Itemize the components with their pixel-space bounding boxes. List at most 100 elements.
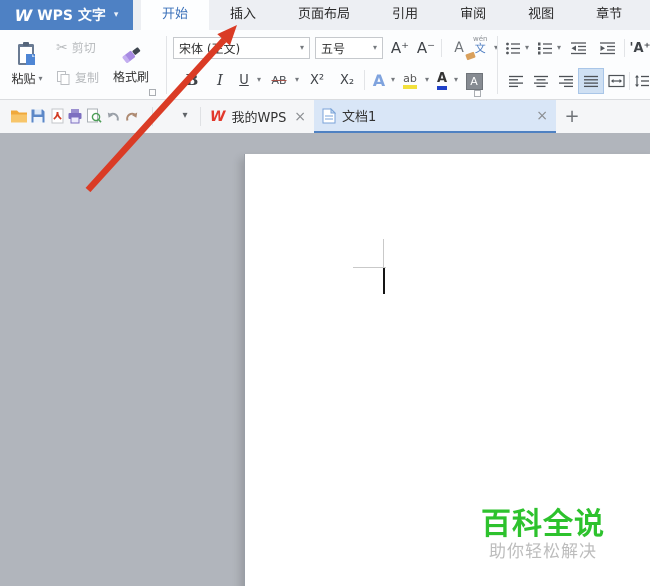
tab-insert[interactable]: 插入: [209, 0, 277, 30]
doc-tab-label: 文档1: [342, 110, 377, 125]
copy-icon: [57, 70, 70, 85]
tab-review[interactable]: 审阅: [439, 0, 507, 30]
bold-label: B: [185, 71, 199, 89]
distribute-text-icon: [607, 74, 625, 88]
strikethrough-button[interactable]: AB: [266, 68, 292, 92]
clipboard-dialog-launcher[interactable]: [149, 89, 156, 96]
copy-button[interactable]: 复制: [56, 69, 99, 86]
doc-tab-document1[interactable]: 文档1 ×: [314, 100, 556, 133]
plus-icon: +: [564, 105, 580, 127]
numbered-list-button[interactable]: [536, 37, 554, 59]
underline-dropdown[interactable]: ▾: [254, 75, 264, 85]
bold-button[interactable]: B: [180, 68, 204, 92]
font-size-value: 五号: [321, 41, 346, 56]
align-left-icon: [509, 75, 523, 87]
decrease-indent-icon: [570, 41, 586, 54]
text-effects-button[interactable]: A: [369, 68, 389, 92]
font-family-select[interactable]: 宋体 (正文) ▾: [173, 37, 310, 59]
paste-button[interactable]: 粘贴 ▾: [4, 34, 50, 94]
font-size-select[interactable]: 五号 ▾: [315, 37, 383, 59]
wps-logo-icon: W: [14, 5, 33, 25]
new-tab-button[interactable]: +: [560, 104, 584, 128]
close-icon[interactable]: ×: [294, 109, 306, 125]
phonetic-guide-dropdown[interactable]: ▾: [491, 43, 501, 53]
bullet-list-dropdown[interactable]: ▾: [522, 43, 532, 53]
highlight-color-dropdown[interactable]: ▾: [422, 75, 432, 85]
character-shading-button[interactable]: A: [463, 70, 485, 92]
undo-button[interactable]: [104, 107, 122, 125]
tab-section[interactable]: 章节: [575, 0, 643, 30]
printer-icon: [68, 109, 82, 124]
text-effects-dropdown[interactable]: ▾: [388, 75, 398, 85]
justify-icon: [584, 75, 598, 87]
decrease-font-label: A⁻: [416, 39, 436, 57]
tab-references[interactable]: 引用: [371, 0, 439, 30]
tab-home[interactable]: 开始: [141, 0, 210, 30]
group-separator: [166, 36, 167, 94]
open-file-button[interactable]: [10, 107, 28, 125]
chevron-down-icon: ▾: [256, 75, 261, 84]
chevron-down-icon: ▾: [524, 43, 529, 52]
quick-access-more-dropdown[interactable]: ▾: [178, 107, 192, 125]
text-tool-button[interactable]: 'A⁺: [629, 37, 650, 59]
align-left-button[interactable]: [506, 70, 526, 92]
chevron-down-icon: ▾: [294, 75, 299, 84]
save-button[interactable]: [29, 107, 47, 125]
export-pdf-button[interactable]: [48, 107, 66, 125]
close-icon[interactable]: ×: [536, 108, 548, 124]
italic-button[interactable]: I: [208, 68, 232, 92]
chevron-down-icon: ▾: [390, 75, 395, 84]
superscript-label: X²: [309, 72, 325, 88]
font-dialog-launcher[interactable]: [474, 90, 481, 97]
font-color-dropdown[interactable]: ▾: [451, 75, 461, 85]
highlight-label: ab: [403, 72, 417, 90]
group-separator: [629, 72, 630, 90]
line-spacing-button[interactable]: [633, 70, 650, 92]
underline-button[interactable]: U: [234, 68, 254, 92]
print-preview-button[interactable]: [85, 107, 103, 125]
numbered-list-icon: [538, 42, 552, 54]
align-center-button[interactable]: [531, 70, 551, 92]
superscript-button[interactable]: X²: [304, 68, 330, 92]
increase-indent-icon: [599, 41, 615, 54]
redo-icon: [126, 112, 138, 121]
doc-tab-my-wps[interactable]: W 我的WPS ×: [202, 100, 314, 133]
distribute-text-button[interactable]: [606, 70, 626, 92]
ibeam-cursor: [383, 239, 384, 270]
print-button[interactable]: [66, 107, 84, 125]
strikethrough-label: AB: [271, 73, 287, 87]
strikethrough-dropdown[interactable]: ▾: [292, 75, 302, 85]
align-center-icon: [534, 75, 548, 87]
group-separator: [364, 70, 365, 90]
character-shading-label: A: [465, 72, 483, 90]
quickbar-separator: [200, 107, 201, 126]
tab-view[interactable]: 视图: [507, 0, 575, 30]
cut-button[interactable]: ✂ 剪切: [56, 39, 96, 56]
increase-font-size-button[interactable]: A⁺: [388, 37, 412, 59]
document-icon: [322, 107, 336, 123]
decrease-font-size-button[interactable]: A⁻: [414, 37, 438, 59]
quick-access-and-tab-bar: ▾ W 我的WPS × 文档1 × +: [0, 100, 650, 133]
numbered-list-dropdown[interactable]: ▾: [554, 43, 564, 53]
tab-page-layout[interactable]: 页面布局: [277, 0, 371, 30]
chevron-down-icon: ▾: [556, 43, 561, 52]
redo-button[interactable]: [123, 107, 141, 125]
clear-formatting-button[interactable]: A: [447, 37, 476, 61]
phonetic-guide-button[interactable]: wén 文: [473, 36, 487, 55]
document-canvas[interactable]: 百科全说 助你轻松解决: [0, 133, 650, 586]
group-separator: [441, 39, 442, 57]
app-title: WPS 文字: [37, 8, 106, 24]
highlight-color-button[interactable]: ab: [399, 70, 421, 92]
phonetic-char-label: 文: [474, 42, 486, 55]
clipboard-paste-icon: [18, 42, 35, 65]
justify-button[interactable]: [578, 68, 604, 94]
align-right-button[interactable]: [556, 70, 576, 92]
font-color-button[interactable]: A: [432, 70, 452, 92]
app-menu-button[interactable]: W WPS 文字 ▾: [0, 0, 133, 30]
subscript-button[interactable]: X₂: [334, 68, 360, 92]
font-color-label: A: [436, 71, 448, 91]
format-painter-button[interactable]: 格式刷: [102, 33, 160, 93]
decrease-indent-button[interactable]: [568, 37, 588, 59]
bullet-list-button[interactable]: [504, 37, 522, 59]
increase-indent-button[interactable]: [597, 37, 617, 59]
